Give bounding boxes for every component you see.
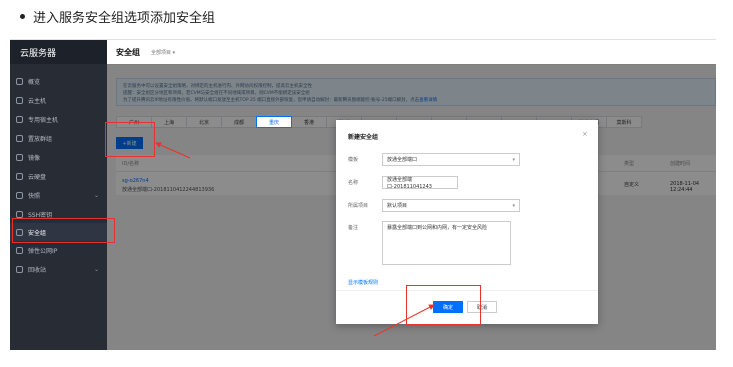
region-tab-active[interactable]: 重庆	[256, 116, 292, 128]
instruction-line: 进入服务安全组选项添加安全组	[20, 6, 215, 26]
bullet-dot	[20, 13, 25, 19]
instruction-text: 进入服务安全组选项添加安全组	[33, 10, 216, 26]
console-screenshot: 云服务器 概览 云主机 专用宿主机 置放群组 镜像 云硬盘 快照 ⌄ SSH密钥 …	[10, 39, 716, 350]
annotation-arrows	[155, 142, 435, 337]
arrow-to-confirm-button	[373, 304, 435, 337]
arrow-to-new-button	[155, 142, 191, 159]
